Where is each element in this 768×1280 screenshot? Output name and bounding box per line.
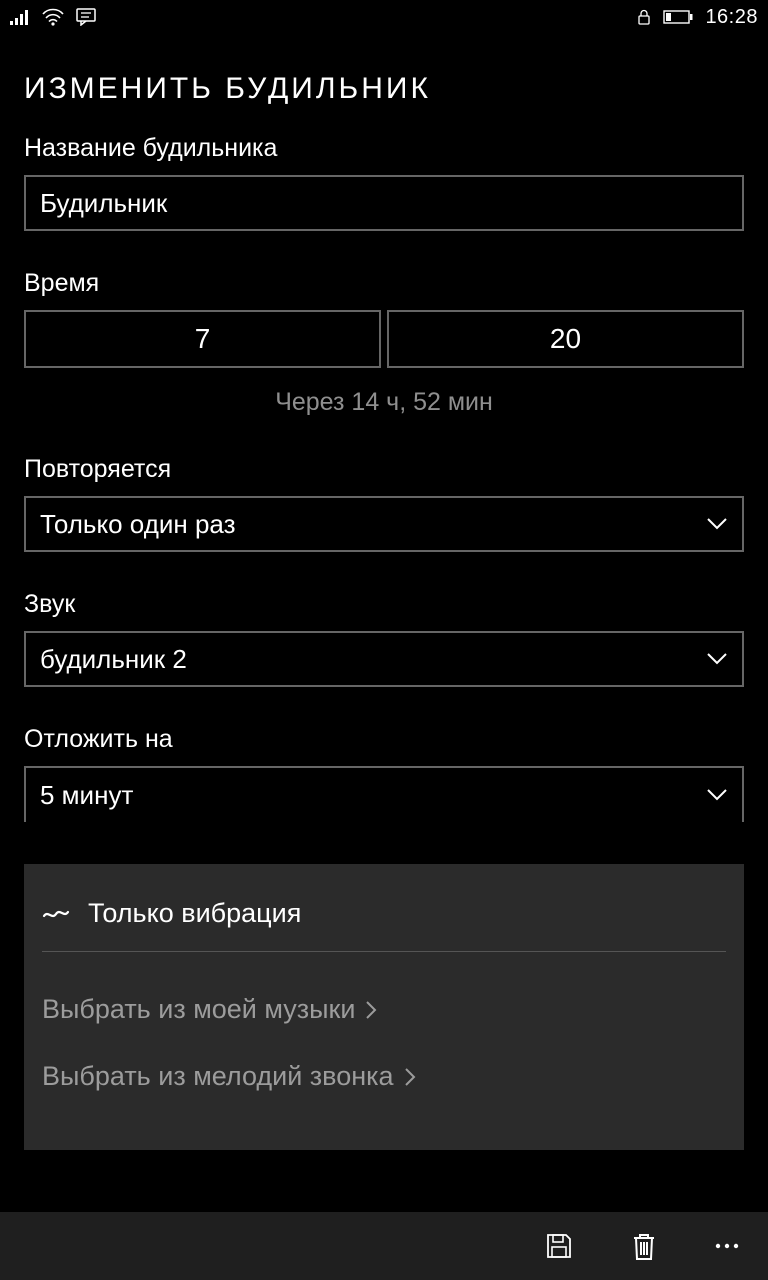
- alarm-name-label: Название будильника: [24, 134, 744, 163]
- message-icon: [76, 8, 96, 26]
- chevron-right-icon: [404, 1067, 416, 1087]
- time-section: Время 7 20 Через 14 ч, 52 мин: [24, 269, 744, 417]
- chevron-right-icon: [365, 1000, 377, 1020]
- sound-picker-panel: Только вибрация Выбрать из моей музыки В…: [24, 864, 744, 1150]
- menu-item-from-music[interactable]: Выбрать из моей музыки: [42, 976, 726, 1043]
- chevron-down-icon: [706, 517, 728, 531]
- chevron-down-icon: [706, 788, 728, 802]
- vibrate-icon: [42, 902, 70, 926]
- snooze-section: Отложить на 5 минут: [24, 725, 744, 822]
- snooze-dropdown[interactable]: 5 минут: [24, 766, 744, 822]
- sound-label: Звук: [24, 590, 744, 619]
- chevron-down-icon: [706, 652, 728, 666]
- repeat-section: Повторяется Только один раз: [24, 455, 744, 552]
- repeat-value: Только один раз: [40, 509, 706, 540]
- sound-value: будильник 2: [40, 644, 706, 675]
- alarm-name-section: Название будильника: [24, 134, 744, 231]
- battery-icon: [663, 10, 693, 24]
- snooze-label: Отложить на: [24, 725, 744, 754]
- save-button[interactable]: [544, 1231, 574, 1261]
- time-minutes-value: 20: [550, 323, 581, 355]
- signal-icon: [10, 9, 30, 25]
- sound-section: Звук будильник 2: [24, 590, 744, 687]
- page-title: ИЗМЕНИТЬ БУДИЛЬНИК: [24, 72, 744, 106]
- delete-button[interactable]: [630, 1230, 658, 1262]
- menu-item-vibrate-only[interactable]: Только вибрация: [42, 892, 726, 951]
- time-remaining-text: Через 14 ч, 52 мин: [24, 388, 744, 417]
- sound-dropdown[interactable]: будильник 2: [24, 631, 744, 687]
- alarm-name-input[interactable]: [24, 175, 744, 231]
- divider: [42, 951, 726, 952]
- repeat-dropdown[interactable]: Только один раз: [24, 496, 744, 552]
- app-bar: [0, 1212, 768, 1280]
- menu-item-label: Выбрать из мелодий звонка: [42, 1061, 394, 1092]
- menu-item-label: Выбрать из моей музыки: [42, 994, 355, 1025]
- rotation-lock-icon: [637, 9, 651, 25]
- time-label: Время: [24, 269, 744, 298]
- status-bar: 16:28: [0, 0, 768, 34]
- time-hours-value: 7: [195, 323, 211, 355]
- menu-item-from-ringtones[interactable]: Выбрать из мелодий звонка: [42, 1043, 726, 1110]
- time-hours-picker[interactable]: 7: [24, 310, 381, 368]
- time-minutes-picker[interactable]: 20: [387, 310, 744, 368]
- status-time: 16:28: [705, 6, 758, 29]
- snooze-value: 5 минут: [40, 780, 706, 811]
- more-button[interactable]: [714, 1242, 740, 1250]
- menu-item-label: Только вибрация: [88, 898, 301, 929]
- repeat-label: Повторяется: [24, 455, 744, 484]
- wifi-icon: [42, 8, 64, 26]
